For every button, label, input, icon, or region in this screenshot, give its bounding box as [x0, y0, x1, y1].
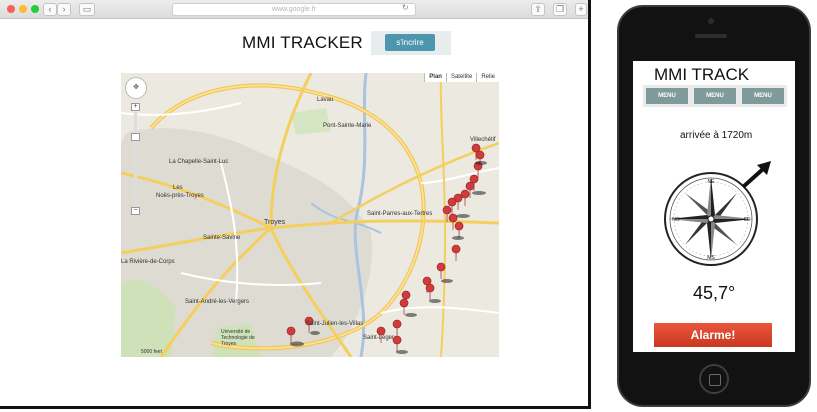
menu-button-3[interactable]: MENU — [742, 88, 784, 104]
browser-window: ‹ › ▭ www.google.fr ↻ ⇪ ❐ + MMI TRACKER … — [0, 0, 591, 409]
compass-label: NE — [708, 179, 716, 185]
map-label: La Chapelle-Saint-Luc — [169, 159, 229, 165]
reload-icon[interactable]: ↻ — [402, 3, 409, 12]
zoom-slider[interactable]: + − — [131, 103, 140, 215]
zoom-thumb[interactable] — [131, 133, 140, 141]
tracking-map[interactable]: Plan Satellite Relie ✥ + − Lavau Pont-Sa… — [121, 73, 499, 357]
map-label: Pont-Sainte-Marie — [323, 123, 372, 129]
map-label: Saint-Parres-aux-Tertres — [367, 211, 433, 217]
arrival-distance: arrivée à 1720m — [680, 130, 753, 141]
app-title: MMI TRACK — [654, 65, 750, 84]
map-scale: 5000 feet — [141, 349, 162, 355]
map-label: Saint-André-les-Vergers — [185, 299, 250, 305]
map-type-plan[interactable]: Plan — [424, 73, 446, 82]
map-label: Troyes — [264, 219, 286, 226]
map-label: Noës-près-Troyes — [156, 193, 204, 199]
new-tab-icon[interactable]: + — [575, 3, 587, 16]
forward-icon[interactable]: › — [57, 3, 71, 16]
alarm-button[interactable]: Alarme! — [654, 323, 772, 347]
map-label: Lavau — [317, 97, 334, 103]
map-label: Villechétif — [470, 137, 496, 143]
tabs-icon[interactable]: ❐ — [553, 3, 567, 16]
map-label: Sainte-Savine — [203, 235, 241, 241]
back-icon[interactable]: ‹ — [43, 3, 57, 16]
pan-control-icon[interactable]: ✥ — [125, 77, 147, 99]
compass-label: MS — [707, 255, 715, 261]
address-bar[interactable]: www.google.fr — [172, 3, 416, 16]
map-type-switch: Plan Satellite Relie — [424, 73, 499, 82]
menu-bar: MENU MENU MENU — [643, 85, 787, 107]
speaker-grille — [695, 34, 727, 38]
composite-stage: ‹ › ▭ www.google.fr ↻ ⇪ ❐ + MMI TRACKER … — [0, 0, 817, 412]
menu-button-1[interactable]: MENU — [646, 88, 688, 104]
browser-toolbar: ‹ › ▭ www.google.fr ↻ ⇪ ❐ + — [0, 0, 588, 19]
map-type-satellite[interactable]: Satellite — [445, 73, 477, 82]
compass-label: NO — [672, 217, 680, 223]
close-window-button[interactable] — [7, 5, 15, 13]
phone-device: MMI TRACK MENU MENU MENU arrivée à 1720m — [617, 5, 811, 407]
phone-screen: MMI TRACK MENU MENU MENU arrivée à 1720m — [633, 61, 795, 352]
menu-button-2[interactable]: MENU — [694, 88, 736, 104]
zoom-track — [134, 112, 137, 206]
sidebar-icon[interactable]: ▭ — [79, 3, 95, 16]
zoom-in-icon[interactable]: + — [131, 103, 140, 111]
share-icon[interactable]: ⇪ — [531, 3, 545, 16]
map-label: Saint-Léger — [363, 335, 395, 341]
minimize-window-button[interactable] — [19, 5, 27, 13]
map-label: Saint-Julien-les-Villas — [306, 321, 364, 327]
map-type-relief[interactable]: Relie — [476, 73, 499, 82]
site-title: MMI TRACKER — [242, 33, 363, 52]
map-label: Université de Technologie de Troyes — [221, 329, 255, 347]
compass-label: SE — [744, 217, 751, 223]
camera-icon — [708, 18, 714, 24]
map-canvas — [121, 73, 499, 357]
map-label: Les — [173, 185, 183, 191]
heading-value: 45,7° — [693, 283, 736, 303]
maximize-window-button[interactable] — [31, 5, 39, 13]
map-label: La Rivière-de-Corps — [121, 259, 175, 265]
signup-panel: s'incrire — [371, 31, 451, 55]
signup-button[interactable]: s'incrire — [385, 34, 435, 51]
compass-icon: NE NO SE MS — [664, 161, 771, 266]
zoom-out-icon[interactable]: − — [131, 207, 140, 215]
home-button[interactable] — [699, 364, 729, 394]
